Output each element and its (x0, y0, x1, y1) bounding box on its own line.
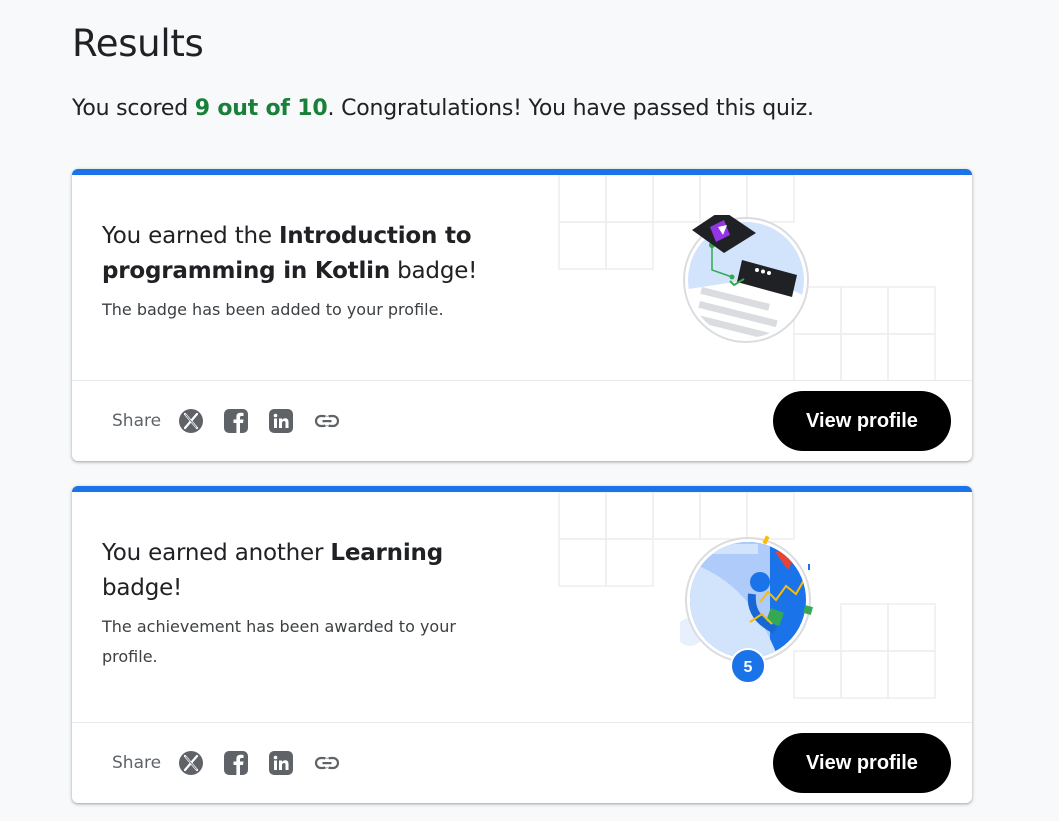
score-summary: You scored 9 out of 10. Congratulations!… (72, 96, 814, 121)
card-text: You earned the Introduction to programmi… (102, 219, 482, 325)
headline-prefix: You earned the (102, 223, 279, 249)
facebook-icon[interactable] (223, 750, 249, 776)
headline-suffix: badge! (102, 575, 183, 601)
page-title: Results (72, 22, 204, 65)
card-description: The achievement has been awarded to your… (102, 617, 456, 666)
card-description: The badge has been added to your profile… (102, 300, 444, 319)
score-suffix: . Congratulations! You have passed this … (327, 96, 814, 121)
x-icon[interactable] (178, 408, 204, 434)
share-label: Share (112, 411, 162, 431)
badge-card-kotlin: You earned the Introduction to programmi… (72, 169, 972, 461)
card-body: You earned another Learning badge! The a… (72, 492, 972, 722)
headline-prefix: You earned another (102, 540, 331, 566)
score-prefix: You scored (72, 96, 195, 121)
kotlin-badge-image (683, 215, 809, 343)
card-text: You earned another Learning badge! The a… (102, 536, 482, 672)
view-profile-button[interactable]: View profile (773, 733, 951, 793)
badge-count: 5 (744, 659, 753, 676)
linkedin-icon[interactable] (268, 408, 294, 434)
headline-suffix: badge! (390, 258, 478, 284)
card-footer: Share View profile (72, 722, 972, 803)
linkedin-icon[interactable] (268, 750, 294, 776)
link-icon[interactable] (314, 750, 340, 776)
facebook-icon[interactable] (223, 408, 249, 434)
card-headline: You earned the Introduction to programmi… (102, 219, 482, 289)
card-headline: You earned another Learning badge! (102, 536, 482, 606)
learning-badge-image: 5 (680, 535, 813, 682)
score-value: 9 out of 10 (194, 96, 328, 121)
badge-name: Learning (330, 540, 443, 566)
x-icon[interactable] (178, 750, 204, 776)
link-icon[interactable] (314, 408, 340, 434)
card-body: You earned the Introduction to programmi… (72, 175, 972, 380)
badge-card-learning: You earned another Learning badge! The a… (72, 486, 972, 803)
view-profile-button[interactable]: View profile (773, 391, 951, 451)
card-footer: Share View profile (72, 380, 972, 461)
share-label: Share (112, 753, 162, 773)
